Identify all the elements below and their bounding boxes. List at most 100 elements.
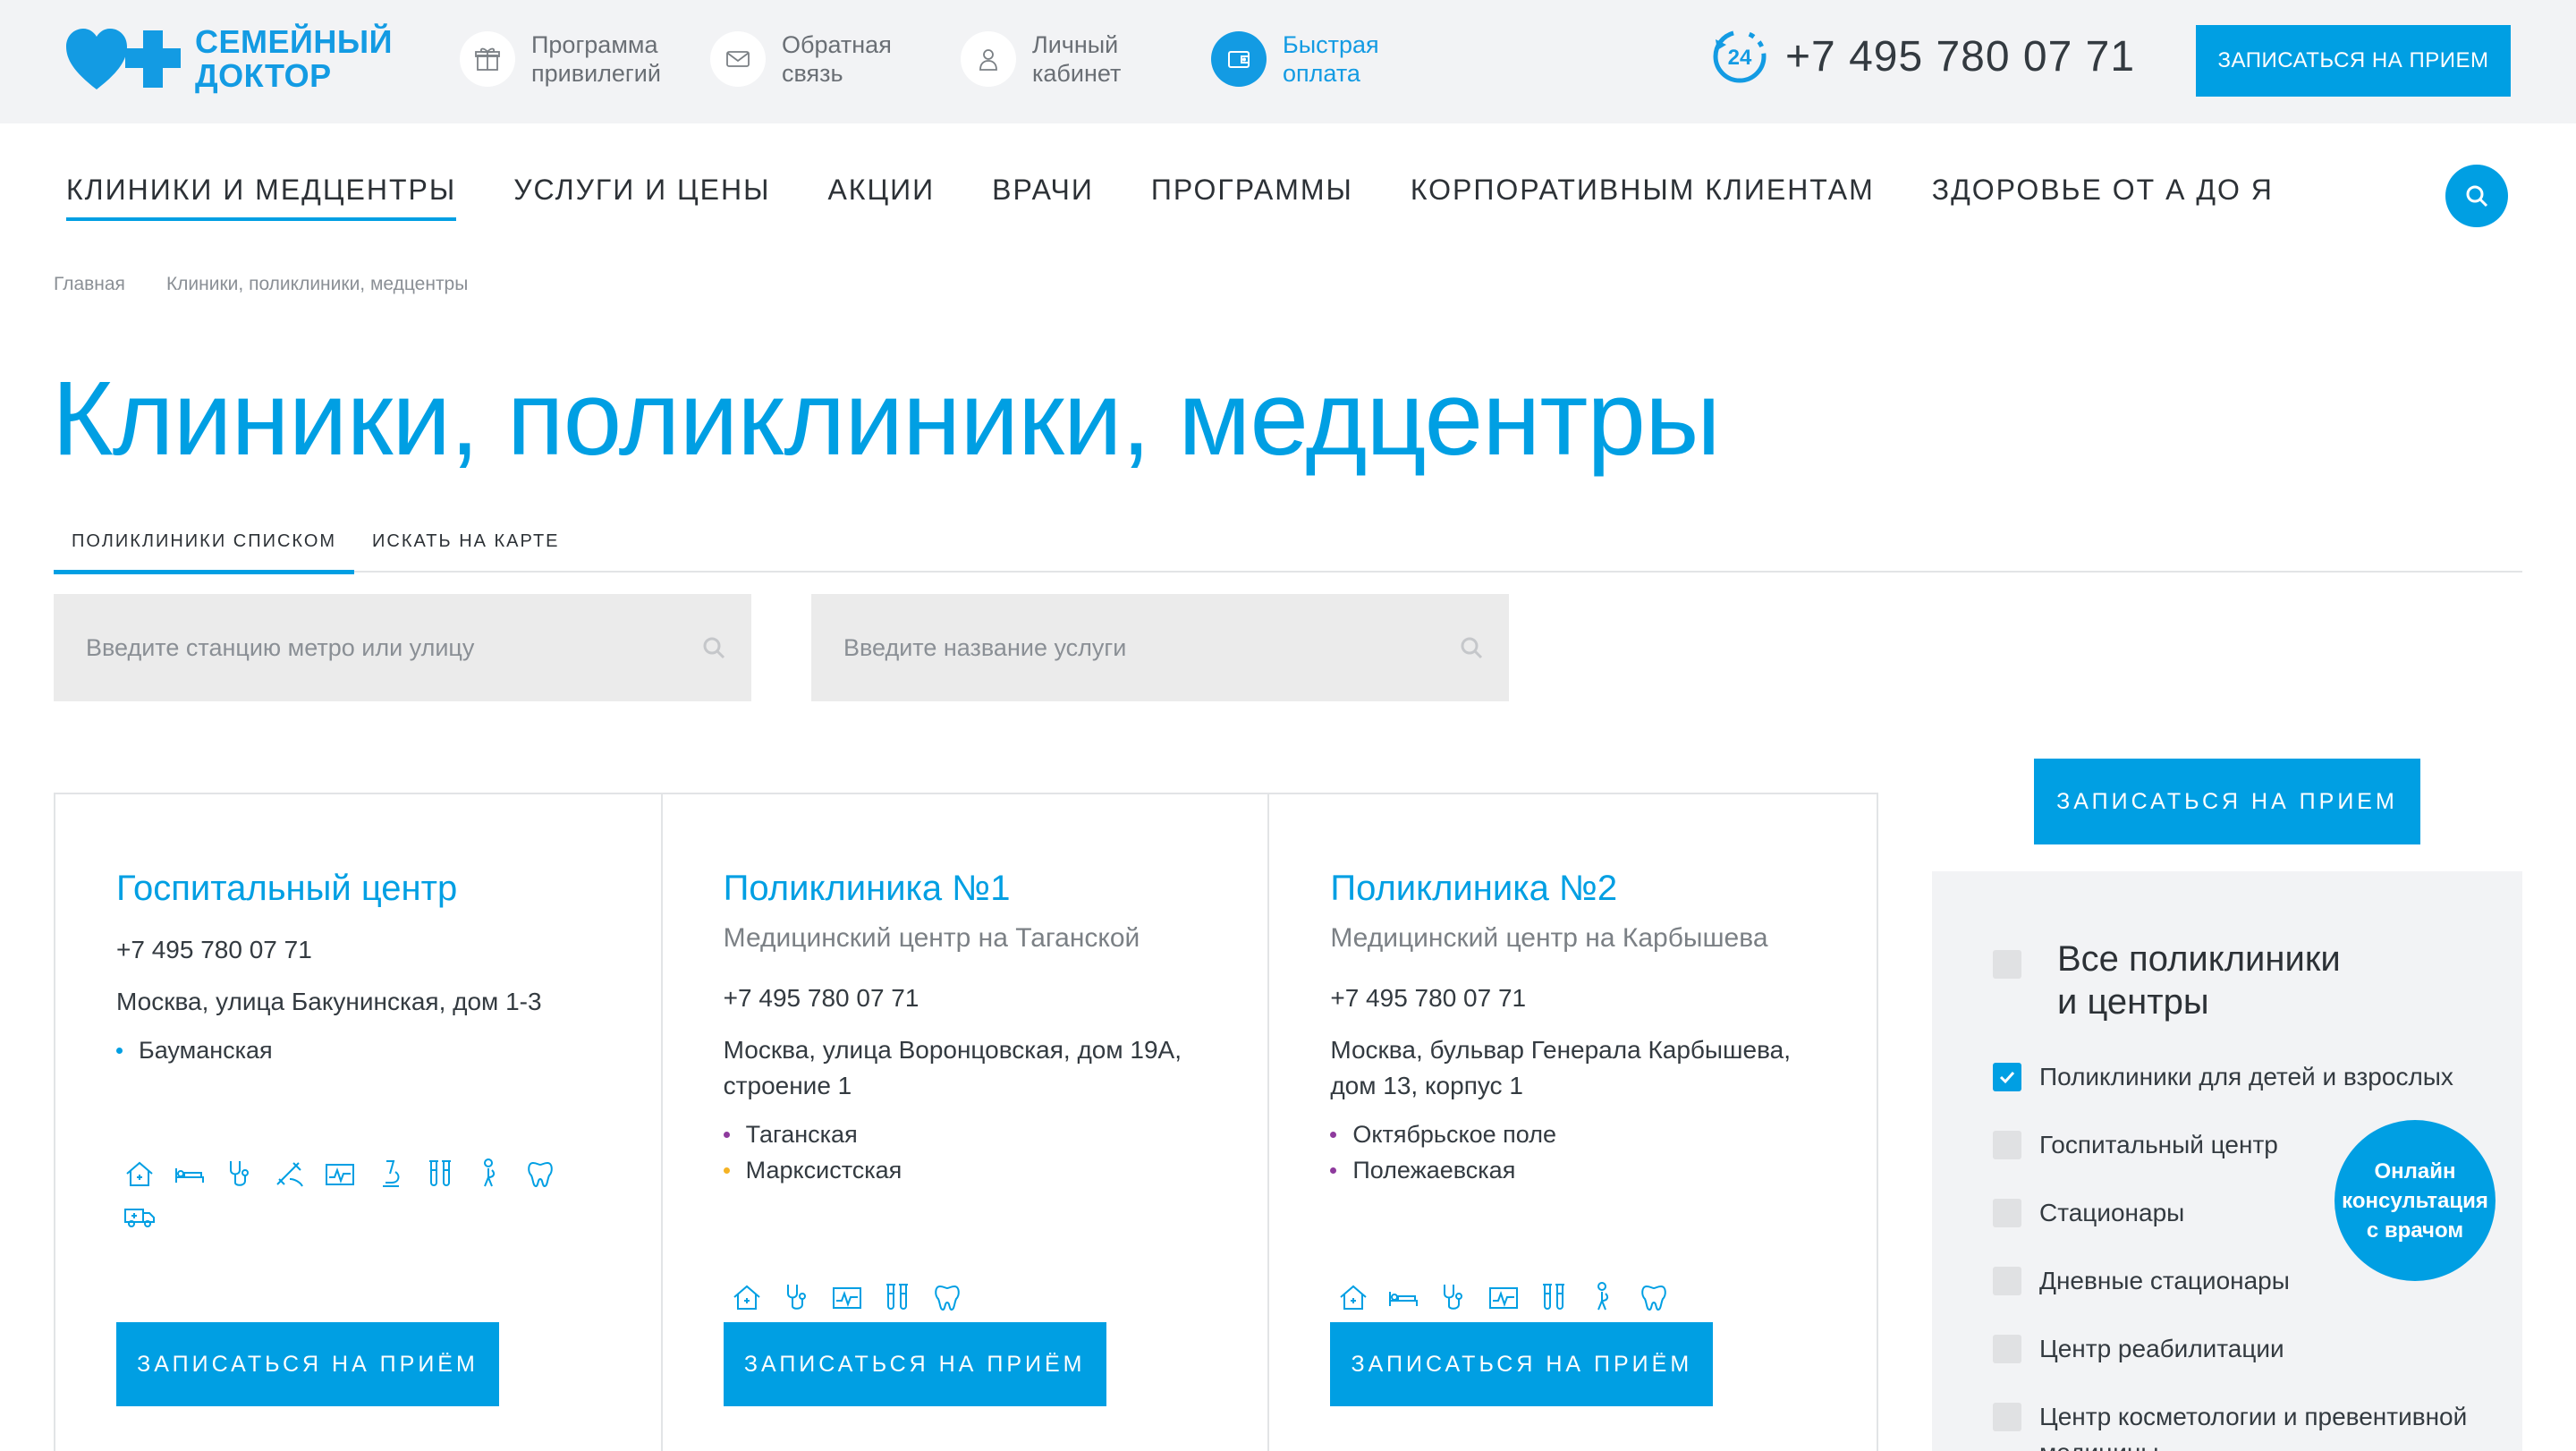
sidebar-appointment-button[interactable]: ЗАПИСАТЬСЯ НА ПРИЕМ <box>2034 759 2420 844</box>
search-icon <box>2466 185 2488 208</box>
logo[interactable]: СЕМЕЙНЫЙ ДОКТОР <box>64 25 393 93</box>
filter-all[interactable]: Все поликлиники и центры <box>1993 938 2522 1023</box>
appointment-button[interactable]: ЗАПИСАТЬСЯ НА ПРИЁМ <box>116 1322 499 1406</box>
checkbox[interactable] <box>1993 1335 2021 1363</box>
privileges-label: Программа привилегий <box>531 30 683 88</box>
checkbox[interactable] <box>1993 950 2021 979</box>
privileges-label-line-2: привилегий <box>531 60 661 87</box>
clinic-card: Поликлиника №1 Медицинский центр на Тага… <box>663 794 1270 1451</box>
appointment-button[interactable]: ЗАПИСАТЬСЯ НА ПРИЁМ <box>723 1322 1106 1406</box>
appointment-button[interactable]: ЗАПИСАТЬСЯ НА ПРИЁМ <box>1330 1322 1714 1406</box>
clinic-title[interactable]: Поликлиника №2 <box>1330 866 1877 911</box>
clinic-title[interactable]: Поликлиника №1 <box>724 866 1268 911</box>
nav-item-corporate[interactable]: КОРПОРАТИВНЫМ КЛИЕНТАМ <box>1411 174 1875 221</box>
breadcrumb: Главная Клиники, поликлиники, медцентры <box>54 274 509 295</box>
metro-name: Полежаевская <box>1352 1157 1516 1184</box>
nav-item-programs[interactable]: ПРОГРАММЫ <box>1151 174 1353 221</box>
home-icon <box>1340 1285 1367 1310</box>
checkbox[interactable] <box>1993 1267 2021 1295</box>
nav-item-promotions[interactable]: АКЦИИ <box>827 174 935 221</box>
filter-item-label: Центр реабилитации <box>2039 1335 2284 1362</box>
metro-item: Октябрьское поле <box>1330 1116 1877 1152</box>
hospital-bed-icon <box>1389 1292 1419 1306</box>
metro-line-dot <box>1330 1131 1337 1138</box>
metro-list: Таганская Марксистская <box>723 1116 1268 1188</box>
clinic-title[interactable]: Госпитальный центр <box>116 866 661 911</box>
metro-line-dot <box>116 1047 123 1054</box>
view-tabs: ПОЛИКЛИНИКИ СПИСКОМ ИСКАТЬ НА КАРТЕ <box>54 526 2522 574</box>
checkbox-checked[interactable] <box>1993 1063 2021 1091</box>
online-consultation-button[interactable]: Онлайн консультация с врачом <box>2334 1120 2496 1281</box>
filter-all-label-line-1: Все поликлиники <box>2057 939 2341 979</box>
check-icon <box>1999 1071 2015 1084</box>
cardiogram-icon <box>326 1164 354 1185</box>
header-phone[interactable]: 24 +7 495 780 07 71 <box>1710 27 2135 86</box>
consult-line-2: консультация <box>2342 1188 2488 1213</box>
stethoscope-icon <box>1444 1285 1463 1310</box>
clinic-phone[interactable]: +7 495 780 07 71 <box>1330 984 1877 1013</box>
tab-map[interactable]: ИСКАТЬ НА КАРТЕ <box>354 526 577 573</box>
clinic-address: Москва, улица Бакунинская, дом 1-3 <box>116 988 542 1015</box>
test-tubes-icon <box>886 1284 908 1310</box>
gift-icon <box>460 31 515 87</box>
service-icons <box>729 1279 1194 1320</box>
metro-item: Полежаевская <box>1330 1152 1877 1188</box>
metro-name: Октябрьское поле <box>1352 1121 1556 1148</box>
account-link[interactable]: Личный кабинет <box>961 30 1184 88</box>
pregnancy-icon <box>1597 1282 1609 1311</box>
breadcrumb-home[interactable]: Главная <box>54 274 125 295</box>
tab-list[interactable]: ПОЛИКЛИНИКИ СПИСКОМ <box>54 526 355 574</box>
metro-item: Таганская <box>723 1116 1268 1152</box>
header-appointment-button[interactable]: ЗАПИСАТЬСЯ НА ПРИЕМ <box>2196 25 2511 97</box>
filter-all-label: Все поликлиники и центры <box>2057 938 2379 1023</box>
privileges-link[interactable]: Программа привилегий <box>460 30 683 88</box>
clinic-address: Москва, бульвар Генерала Карбышева, дом … <box>1330 1036 1792 1099</box>
clinic-phone[interactable]: +7 495 780 07 71 <box>116 936 661 964</box>
search-icon[interactable] <box>1459 635 1484 660</box>
microscope-icon <box>383 1160 400 1187</box>
home-icon <box>733 1285 760 1310</box>
test-tubes-icon <box>429 1160 451 1186</box>
metro-filter <box>54 594 751 701</box>
clinic-cards: Госпитальный центр +7 495 780 07 71 Моск… <box>54 793 1878 1451</box>
wallet-icon <box>1211 31 1267 87</box>
account-label-line-1: Личный <box>1032 31 1119 58</box>
nav-item-services[interactable]: УСЛУГИ И ЦЕНЫ <box>513 174 770 221</box>
filter-all-label-line-2: и центры <box>2057 982 2209 1022</box>
filter-item[interactable]: Поликлиники для детей и взрослых <box>1993 1059 2522 1095</box>
logo-line-1: СЕМЕЙНЫЙ <box>195 23 394 60</box>
checkbox[interactable] <box>1993 1131 2021 1159</box>
filter-item[interactable]: Центр реабилитации <box>1993 1331 2522 1367</box>
account-label-line-2: кабинет <box>1032 60 1122 87</box>
nav-item-doctors[interactable]: ВРАЧИ <box>992 174 1094 221</box>
search-icon[interactable] <box>701 635 726 660</box>
nav-item-clinics[interactable]: КЛИНИКИ И МЕДЦЕНТРЫ <box>66 174 457 221</box>
header-phone-number: +7 495 780 07 71 <box>1785 32 2136 81</box>
feedback-label-line-1: Обратная <box>782 31 892 58</box>
filter-item-label: Поликлиники для детей и взрослых <box>2039 1063 2453 1090</box>
service-search-input[interactable] <box>843 633 1425 662</box>
metro-line-dot <box>723 1167 730 1174</box>
surgery-icon <box>276 1162 303 1187</box>
metro-name: Таганская <box>745 1121 858 1148</box>
feedback-label-line-2: связь <box>782 60 843 87</box>
nav-search-button[interactable] <box>2445 165 2508 227</box>
logo-text: СЕМЕЙНЫЙ ДОКТОР <box>195 25 393 93</box>
tooth-icon <box>1641 1285 1667 1311</box>
consult-line-1: Онлайн <box>2374 1158 2456 1184</box>
clinic-card: Поликлиника №2 Медицинский центр на Карб… <box>1269 794 1877 1451</box>
clinic-subtitle: Медицинский центр на Карбышева <box>1330 923 1768 953</box>
clinic-phone[interactable]: +7 495 780 07 71 <box>724 984 1268 1013</box>
nav-item-health-az[interactable]: ЗДОРОВЬЕ ОТ А ДО Я <box>1932 174 2274 221</box>
filter-item[interactable]: Центр косметологии и превентивной медици… <box>1993 1399 2522 1451</box>
clock-24-icon: 24 <box>1713 30 1767 83</box>
checkbox[interactable] <box>1993 1199 2021 1227</box>
feedback-label: Обратная связь <box>782 30 934 88</box>
clock-24-label: 24 <box>1728 46 1752 70</box>
quick-pay-link[interactable]: Быстрая оплата <box>1211 30 1435 88</box>
metro-search-input[interactable] <box>86 633 667 662</box>
feedback-link[interactable]: Обратная связь <box>710 30 934 88</box>
metro-list: Октябрьское поле Полежаевская <box>1330 1116 1877 1188</box>
checkbox[interactable] <box>1993 1403 2021 1431</box>
metro-item: Бауманская <box>116 1032 661 1068</box>
